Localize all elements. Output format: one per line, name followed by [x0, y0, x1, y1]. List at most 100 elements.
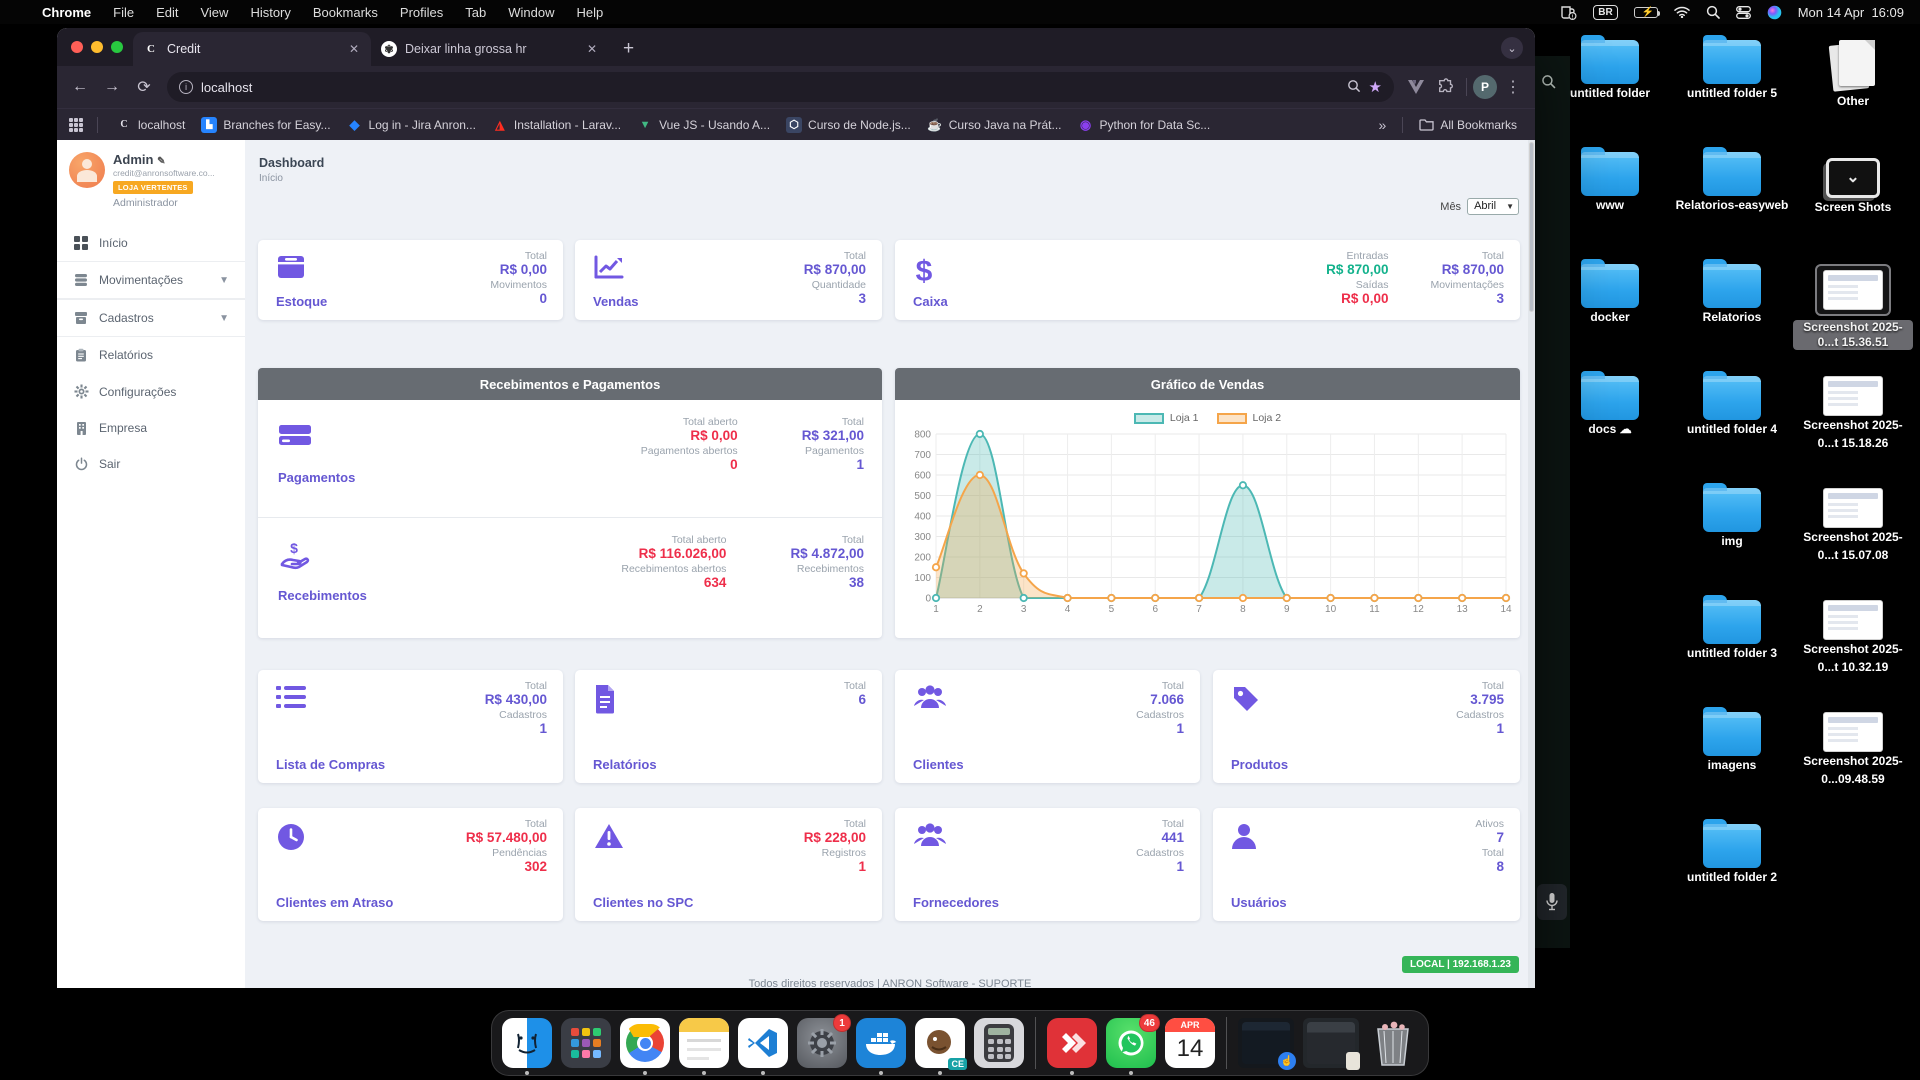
card-link-usuarios[interactable]: Usuários	[1231, 895, 1287, 911]
desktop-icon[interactable]: img	[1672, 488, 1792, 550]
card-link-relatorios[interactable]: Relatórios	[593, 757, 657, 773]
desktop-icon[interactable]: Screenshot 2025-0...t 15.18.26	[1793, 376, 1913, 452]
desktop-icon[interactable]: imagens	[1672, 712, 1792, 774]
siri-icon[interactable]	[1767, 5, 1782, 20]
dock-item-launchpad[interactable]	[561, 1018, 611, 1068]
month-select[interactable]: Abril▼	[1467, 198, 1519, 215]
desktop-icon[interactable]: Screenshot 2025-0...09.48.59	[1793, 712, 1913, 788]
desktop-icon[interactable]: Screenshot 2025-0...t 15.36.51	[1793, 264, 1913, 351]
desktop-icon[interactable]: Relatorios-easyweb	[1672, 152, 1792, 214]
menubar-item-profiles[interactable]: Profiles	[400, 5, 443, 20]
card-link-fornecedores[interactable]: Fornecedores	[913, 895, 999, 911]
dock-item-whatsapp[interactable]: 46	[1106, 1018, 1156, 1068]
desktop-icon[interactable]: Screenshot 2025-0...t 15.07.08	[1793, 488, 1913, 564]
sidebar-item-configuracoes[interactable]: Configurações	[57, 373, 245, 410]
panel-row-link-pagamentos[interactable]: Pagamentos	[278, 470, 355, 485]
dock-item-docker[interactable]	[856, 1018, 906, 1068]
card-link-clientes-em-atraso[interactable]: Clientes em Atraso	[276, 895, 393, 911]
desktop-icon[interactable]: untitled folder 5	[1672, 40, 1792, 102]
dock-item-window-thumb-2[interactable]	[1303, 1018, 1359, 1068]
browser-tab[interactable]: ✾Deixar linha grossa hr✕	[371, 32, 609, 66]
avatar[interactable]	[69, 152, 105, 188]
dock-item-calendar[interactable]: APR14	[1165, 1018, 1215, 1068]
sidebar-item-relatorios[interactable]: Relatórios	[57, 337, 245, 373]
reload-button[interactable]: ⟳	[129, 72, 159, 102]
menubar-item-view[interactable]: View	[200, 5, 228, 20]
sidebar-item-empresa[interactable]: Empresa	[57, 410, 245, 446]
minimize-window-button[interactable]	[91, 41, 103, 53]
sidebar-item-cadastros[interactable]: Cadastros▼	[57, 299, 245, 337]
desktop-icon[interactable]: ⌄Screen Shots	[1793, 152, 1913, 216]
menubar-item-edit[interactable]: Edit	[156, 5, 178, 20]
dock-item-calculator[interactable]	[974, 1018, 1024, 1068]
edit-profile-icon[interactable]: ✎	[157, 156, 165, 167]
sidebar-item-sair[interactable]: Sair	[57, 446, 245, 482]
control-center-icon[interactable]	[1736, 6, 1751, 19]
bookmark-item[interactable]: ▙Branches for Easy...	[193, 113, 338, 137]
sidebar-item-movimentacoes[interactable]: Movimentações▼	[57, 261, 245, 299]
new-tab-button[interactable]: +	[609, 38, 648, 66]
extensions-puzzle-icon[interactable]	[1432, 73, 1460, 101]
card-link-vendas[interactable]: Vendas	[593, 294, 639, 310]
desktop-icon[interactable]: untitled folder 3	[1672, 600, 1792, 662]
menubar-date[interactable]: Mon 14 Apr 16:09	[1798, 5, 1904, 20]
dock-item-anydesk[interactable]	[1047, 1018, 1097, 1068]
dock-item-vscode[interactable]	[738, 1018, 788, 1068]
menubar-item-history[interactable]: History	[250, 5, 290, 20]
wifi-icon[interactable]	[1674, 6, 1690, 18]
tab-close-icon[interactable]: ✕	[347, 42, 361, 56]
bookmark-item[interactable]: Clocalhost	[108, 113, 193, 137]
menubar-item-window[interactable]: Window	[508, 5, 554, 20]
vue-devtools-icon[interactable]	[1402, 73, 1430, 101]
zoom-window-button[interactable]	[111, 41, 123, 53]
scrollbar-thumb[interactable]	[1529, 142, 1534, 312]
profile-avatar[interactable]: P	[1473, 75, 1497, 99]
page-scrollbar[interactable]	[1528, 140, 1535, 988]
menubar-item-chrome[interactable]: Chrome	[42, 5, 91, 20]
menubar-item-help[interactable]: Help	[577, 5, 604, 20]
legend-item-loja-2[interactable]: Loja 2	[1217, 412, 1282, 424]
homebrew-status-icon[interactable]: !	[1560, 5, 1577, 20]
bookmark-item[interactable]: ◆Log in - Jira Anron...	[339, 113, 484, 137]
bookmark-item[interactable]: ☕Curso Java na Prát...	[919, 113, 1070, 137]
bookmark-item[interactable]: ⬡Curso de Node.js...	[778, 113, 919, 137]
menubar-item-file[interactable]: File	[113, 5, 134, 20]
panel-row-link-recebimentos[interactable]: Recebimentos	[278, 588, 367, 603]
apps-grid-icon[interactable]	[69, 118, 83, 132]
dock-item-window-thumb-1[interactable]: ☝	[1238, 1018, 1294, 1068]
card-link-caixa[interactable]: Caixa	[913, 294, 948, 310]
dock-item-dbeaver[interactable]: CE	[915, 1018, 965, 1068]
card-link-clientes-no-spc[interactable]: Clientes no SPC	[593, 895, 693, 911]
dock-item-notes[interactable]	[679, 1018, 729, 1068]
site-info-icon[interactable]: i	[179, 80, 193, 94]
dock-item-trash[interactable]	[1368, 1018, 1418, 1068]
dock-item-chrome[interactable]	[620, 1018, 670, 1068]
bookmark-item[interactable]: ▼Vue JS - Usando A...	[629, 113, 778, 137]
legend-item-loja-1[interactable]: Loja 1	[1134, 412, 1199, 424]
tab-close-icon[interactable]: ✕	[585, 42, 599, 56]
desktop-icon[interactable]: Relatorios	[1672, 264, 1792, 326]
battery-icon[interactable]: ⚡	[1634, 7, 1658, 18]
bookmark-star-icon[interactable]: ★	[1369, 78, 1382, 96]
spotlight-search-icon[interactable]	[1706, 5, 1720, 19]
card-link-estoque[interactable]: Estoque	[276, 294, 327, 310]
chrome-menu-icon[interactable]: ⋮	[1499, 73, 1527, 101]
all-bookmarks-button[interactable]: All Bookmarks	[1413, 118, 1523, 132]
card-link-produtos[interactable]: Produtos	[1231, 757, 1288, 773]
input-source-flag[interactable]: BR	[1593, 5, 1617, 20]
tab-search-button[interactable]: ⌄	[1501, 37, 1523, 59]
forward-button[interactable]: →	[97, 72, 127, 102]
back-button[interactable]: ←	[65, 72, 95, 102]
desktop-icon[interactable]: Other	[1793, 40, 1913, 110]
card-link-clientes[interactable]: Clientes	[913, 757, 964, 773]
bookmarks-overflow-chevron[interactable]: »	[1373, 117, 1393, 133]
microphone-icon[interactable]	[1537, 884, 1567, 920]
desktop-icon[interactable]: untitled folder 2	[1672, 824, 1792, 886]
close-window-button[interactable]	[71, 41, 83, 53]
card-link-lista-de-compras[interactable]: Lista de Compras	[276, 757, 385, 773]
menubar-item-bookmarks[interactable]: Bookmarks	[313, 5, 378, 20]
bookmark-item[interactable]: ◉Python for Data Sc...	[1069, 113, 1218, 137]
address-search-icon[interactable]	[1347, 79, 1361, 96]
sidebar-item-inicio[interactable]: Início	[57, 225, 245, 261]
bookmark-item[interactable]: ◮Installation - Larav...	[484, 113, 629, 137]
